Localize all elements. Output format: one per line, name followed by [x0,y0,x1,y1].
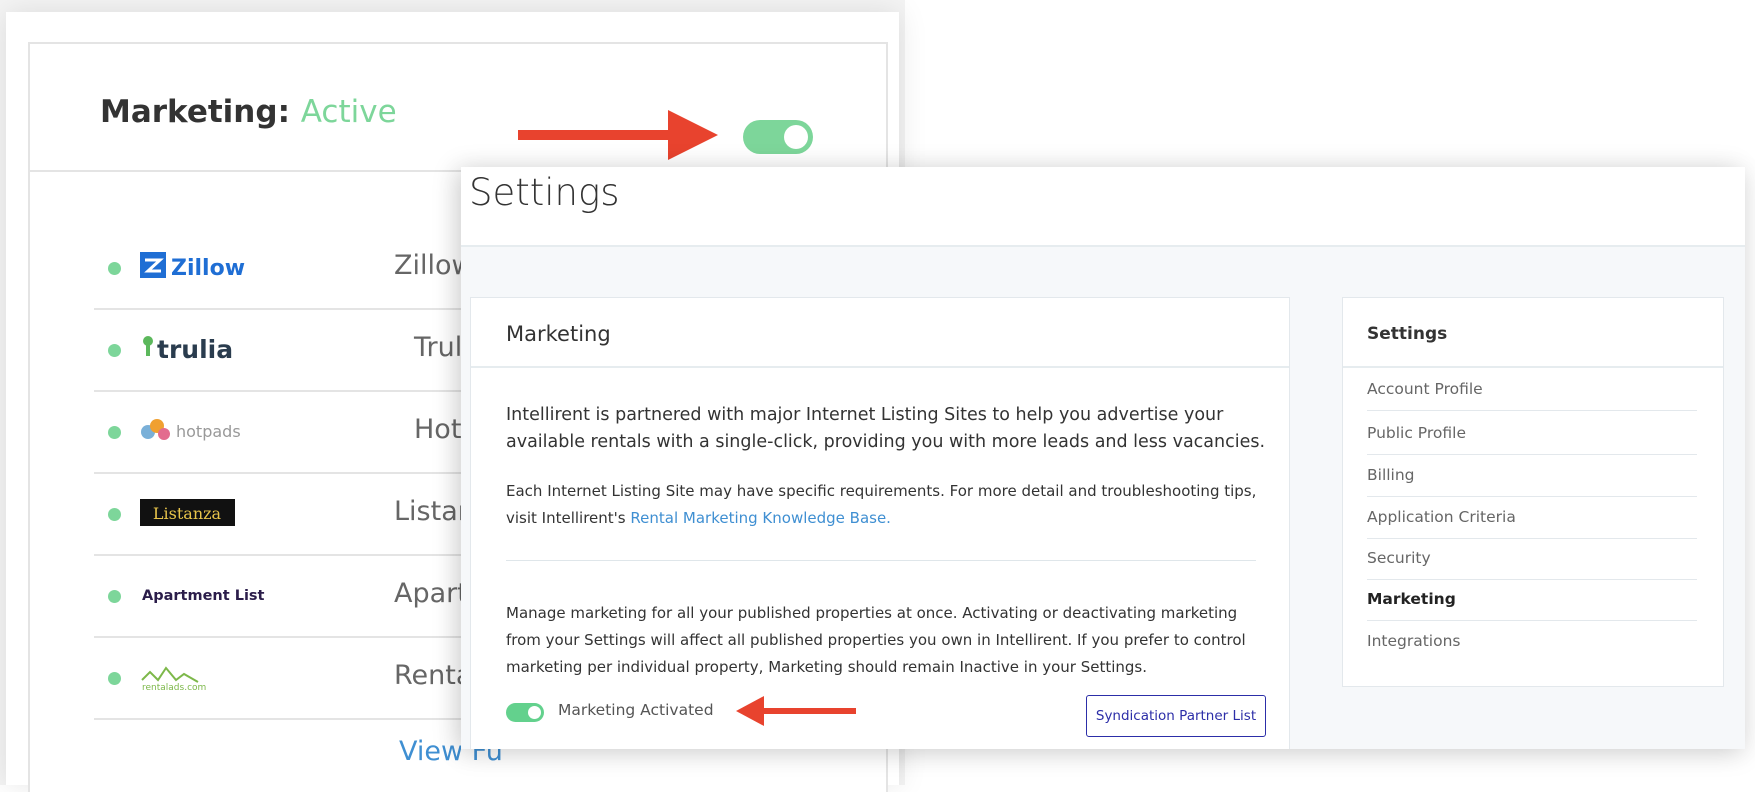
sidebar-item-marketing[interactable]: Marketing [1367,579,1697,621]
marketing-settings-card: Marketing Intellirent is partnered with … [470,297,1290,749]
sidebar-item-integrations[interactable]: Integrations [1367,621,1697,662]
marketing-manage-text: Manage marketing for all your published … [506,604,1246,676]
sidebar-title: Settings [1367,324,1448,344]
marketing-intro-text: Intellirent is partnered with major Inte… [506,405,1266,452]
apartment-list-logo-icon: Apartment List [142,588,265,604]
sidebar-item-public-profile[interactable]: Public Profile [1367,413,1697,455]
status-dot [108,426,121,439]
marketing-status-value: Active [300,94,397,130]
marketing-status-header: Marketing: Active [30,44,886,172]
syndication-partner-list-button[interactable]: Syndication Partner List [1086,695,1266,737]
page-title: Settings [469,171,620,214]
marketing-title-prefix: Marketing: [100,94,290,130]
listanza-logo-text: Listanza [153,504,222,523]
sidebar-item-application-criteria[interactable]: Application Criteria [1367,497,1697,539]
hotpads-logo-icon: hotpads [141,419,241,441]
marketing-requirements-text: Each Internet Listing Site may have spec… [506,478,1266,532]
toggle-knob [528,706,541,719]
settings-sidebar: Settings Account Profile Public Profile … [1342,297,1724,687]
rentalads-logo-text: rentalads.com [142,683,206,693]
rentalads-logo-icon: rentalads.com [141,666,206,693]
hotpads-logo-text: hotpads [176,422,241,441]
sidebar-item-security[interactable]: Security [1367,538,1697,580]
sidebar-header: Settings [1343,298,1723,368]
trulia-logo-text: trulia [157,335,233,364]
marketing-status-toggle[interactable] [743,120,813,154]
apartment-list-logo-text: Apartment List [142,588,265,604]
knowledge-base-link[interactable]: Rental Marketing Knowledge Base. [630,509,891,527]
marketing-card-header: Marketing [471,298,1289,368]
status-dot [108,508,121,521]
marketing-card-title: Marketing [506,322,611,346]
divider [506,560,1256,561]
status-dot [108,262,121,275]
marketing-activated-toggle[interactable] [506,703,544,722]
red-arrow-icon [736,696,856,726]
status-dot [108,590,121,603]
listanza-logo-icon: Listanza [140,499,235,526]
marketing-status-title: Marketing: Active [100,94,397,130]
toggle-knob [784,125,808,149]
sidebar-item-account-profile[interactable]: Account Profile [1367,369,1697,411]
trulia-logo-icon: trulia [143,335,233,364]
settings-page: Settings Marketing Intellirent is partne… [461,167,1745,749]
zillow-logo-icon: Zillow [140,252,245,281]
status-dot [108,672,121,685]
red-arrow-icon [518,110,718,160]
status-dot [108,344,121,357]
sidebar-item-billing[interactable]: Billing [1367,455,1697,497]
zillow-logo-text: Zillow [171,256,245,281]
marketing-activated-label: Marketing Activated [558,701,714,719]
settings-header: Settings [461,167,1745,247]
